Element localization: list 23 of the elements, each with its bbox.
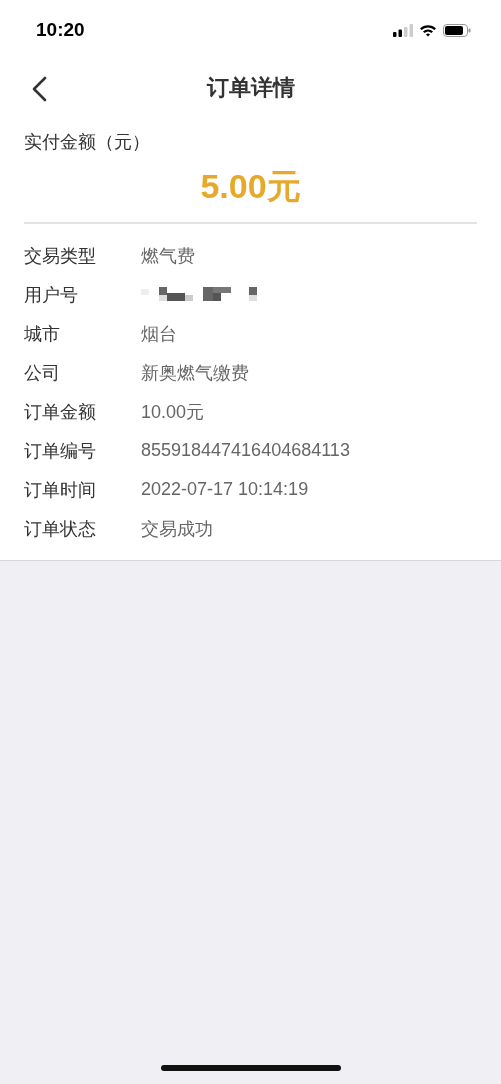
detail-label: 公司 — [24, 361, 61, 385]
paid-amount: 5.00元 — [200, 166, 301, 207]
detail-label: 用户号 — [24, 283, 79, 307]
detail-value: 2022-07-17 10:14:19 — [141, 479, 309, 500]
wifi-icon — [419, 23, 437, 37]
paid-amount-label: 实付金额（元） — [24, 132, 150, 152]
page-title: 订单详情 — [206, 74, 295, 102]
detail-label: 订单编号 — [24, 439, 97, 463]
signal-icon — [393, 23, 413, 37]
detail-value: 10.00元 — [141, 400, 205, 424]
battery-icon — [443, 23, 471, 37]
status-time: 10:20 — [36, 19, 85, 41]
detail-label: 订单金额 — [24, 400, 97, 424]
detail-label: 订单时间 — [24, 478, 97, 502]
detail-label: 订单状态 — [24, 517, 97, 541]
detail-value: 855918447416404684113 — [141, 440, 350, 461]
back-icon[interactable] — [30, 76, 48, 102]
detail-value: 烟台 — [141, 322, 177, 346]
detail-label: 城市 — [24, 322, 61, 346]
detail-value: 新奥燃气缴费 — [141, 361, 249, 385]
detail-value: 交易成功 — [141, 517, 213, 541]
detail-label: 交易类型 — [24, 244, 97, 268]
detail-value: 燃气费 — [141, 244, 195, 268]
